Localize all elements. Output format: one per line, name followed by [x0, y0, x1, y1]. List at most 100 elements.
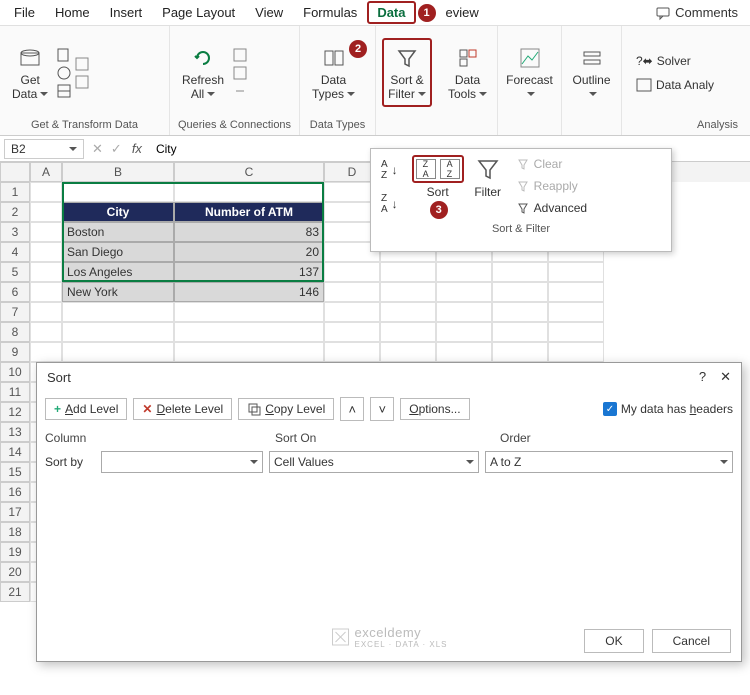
cell[interactable] [548, 342, 604, 362]
cell[interactable]: 20 [174, 242, 324, 262]
cell[interactable] [436, 322, 492, 342]
cell[interactable] [174, 322, 324, 342]
row-header[interactable]: 18 [0, 522, 30, 542]
existing-conn-icon[interactable] [74, 74, 90, 90]
enter-formula-icon[interactable]: ✓ [107, 141, 126, 157]
ok-button[interactable]: OK [584, 629, 643, 653]
cell[interactable]: Number of ATM [174, 202, 324, 222]
dialog-close-button[interactable]: ✕ [720, 369, 731, 385]
cell[interactable] [30, 262, 62, 282]
cell[interactable] [548, 282, 604, 302]
row-header[interactable]: 4 [0, 242, 30, 262]
cell[interactable] [62, 182, 174, 202]
copy-level-button[interactable]: Copy Level [238, 398, 334, 420]
from-web-icon[interactable] [56, 65, 72, 81]
dialog-help-button[interactable]: ? [699, 369, 706, 385]
tab-view[interactable]: View [245, 1, 293, 24]
row-header[interactable]: 20 [0, 562, 30, 582]
cell[interactable] [380, 262, 436, 282]
row-header[interactable]: 13 [0, 422, 30, 442]
tab-page-layout[interactable]: Page Layout [152, 1, 245, 24]
cell[interactable] [324, 302, 380, 322]
cell[interactable] [492, 302, 548, 322]
cell[interactable] [548, 262, 604, 282]
filter-button[interactable]: Filter [474, 185, 501, 199]
cell[interactable] [30, 342, 62, 362]
cell[interactable] [492, 342, 548, 362]
row-header[interactable]: 15 [0, 462, 30, 482]
name-box[interactable]: B2 [4, 139, 84, 159]
delete-level-button[interactable]: ✕Delete Level [133, 398, 232, 420]
sort-on-select[interactable]: Cell Values [269, 451, 479, 473]
row-header[interactable]: 9 [0, 342, 30, 362]
refresh-all-button[interactable]: Refresh All [176, 40, 230, 104]
order-select[interactable]: A to Z [485, 451, 733, 473]
sort-filter-button[interactable]: Sort & Filter [382, 38, 432, 106]
tab-file[interactable]: File [4, 1, 45, 24]
tab-home[interactable]: Home [45, 1, 100, 24]
clear-button[interactable]: Clear [512, 155, 591, 173]
cell[interactable] [548, 302, 604, 322]
cell[interactable] [492, 322, 548, 342]
move-down-button[interactable]: ˅ [370, 397, 394, 421]
cell[interactable] [62, 322, 174, 342]
properties-icon[interactable] [232, 65, 248, 81]
cell[interactable] [30, 202, 62, 222]
row-header[interactable]: 10 [0, 362, 30, 382]
select-all-corner[interactable] [0, 162, 30, 182]
cell[interactable] [62, 302, 174, 322]
sort-asc-button[interactable]: AZ↓ [377, 157, 402, 183]
cell[interactable] [30, 302, 62, 322]
cell[interactable] [30, 222, 62, 242]
cell[interactable]: San Diego [62, 242, 174, 262]
cell[interactable] [380, 282, 436, 302]
row-header[interactable]: 19 [0, 542, 30, 562]
cell[interactable] [62, 342, 174, 362]
cell[interactable] [30, 282, 62, 302]
row-header[interactable]: 21 [0, 582, 30, 602]
sort-desc-button[interactable]: ZA↓ [377, 191, 402, 217]
tab-insert[interactable]: Insert [100, 1, 153, 24]
data-analysis-button[interactable]: Data Analy [632, 76, 718, 94]
row-header[interactable]: 5 [0, 262, 30, 282]
cell[interactable] [324, 282, 380, 302]
row-header[interactable]: 16 [0, 482, 30, 502]
get-data-button[interactable]: Get Data [6, 40, 54, 104]
cell[interactable] [380, 322, 436, 342]
col-header-a[interactable]: A [30, 162, 62, 182]
from-table-icon[interactable] [56, 83, 72, 99]
row-header[interactable]: 17 [0, 502, 30, 522]
cell[interactable] [174, 182, 324, 202]
options-button[interactable]: Options... [400, 398, 469, 420]
edit-links-icon[interactable] [232, 83, 248, 99]
cell[interactable] [30, 182, 62, 202]
headers-checkbox[interactable]: ✓ My data has headers [603, 402, 733, 416]
forecast-button[interactable]: Forecast [504, 40, 555, 104]
cell[interactable]: 137 [174, 262, 324, 282]
move-up-button[interactable]: ˄ [340, 397, 364, 421]
cell[interactable] [492, 282, 548, 302]
solver-button[interactable]: ?⬌ Solver [632, 52, 718, 70]
reapply-button[interactable]: Reapply [512, 177, 591, 195]
cell[interactable]: 146 [174, 282, 324, 302]
cell[interactable] [548, 322, 604, 342]
from-text-icon[interactable] [56, 47, 72, 63]
row-header[interactable]: 1 [0, 182, 30, 202]
cell[interactable] [436, 342, 492, 362]
cancel-button[interactable]: Cancel [652, 629, 731, 653]
cell[interactable] [30, 242, 62, 262]
tab-data[interactable]: Data [367, 1, 415, 24]
outline-button[interactable]: Outline [568, 40, 615, 104]
data-types-button[interactable]: 2 Data Types [306, 40, 361, 104]
cell[interactable] [324, 262, 380, 282]
recent-sources-icon[interactable] [74, 56, 90, 72]
row-header[interactable]: 11 [0, 382, 30, 402]
cell[interactable]: Los Angeles [62, 262, 174, 282]
cell[interactable] [174, 302, 324, 322]
row-header[interactable]: 7 [0, 302, 30, 322]
cell[interactable] [436, 302, 492, 322]
row-header[interactable]: 6 [0, 282, 30, 302]
advanced-button[interactable]: Advanced [512, 199, 591, 217]
cell[interactable] [492, 262, 548, 282]
cell[interactable] [380, 342, 436, 362]
